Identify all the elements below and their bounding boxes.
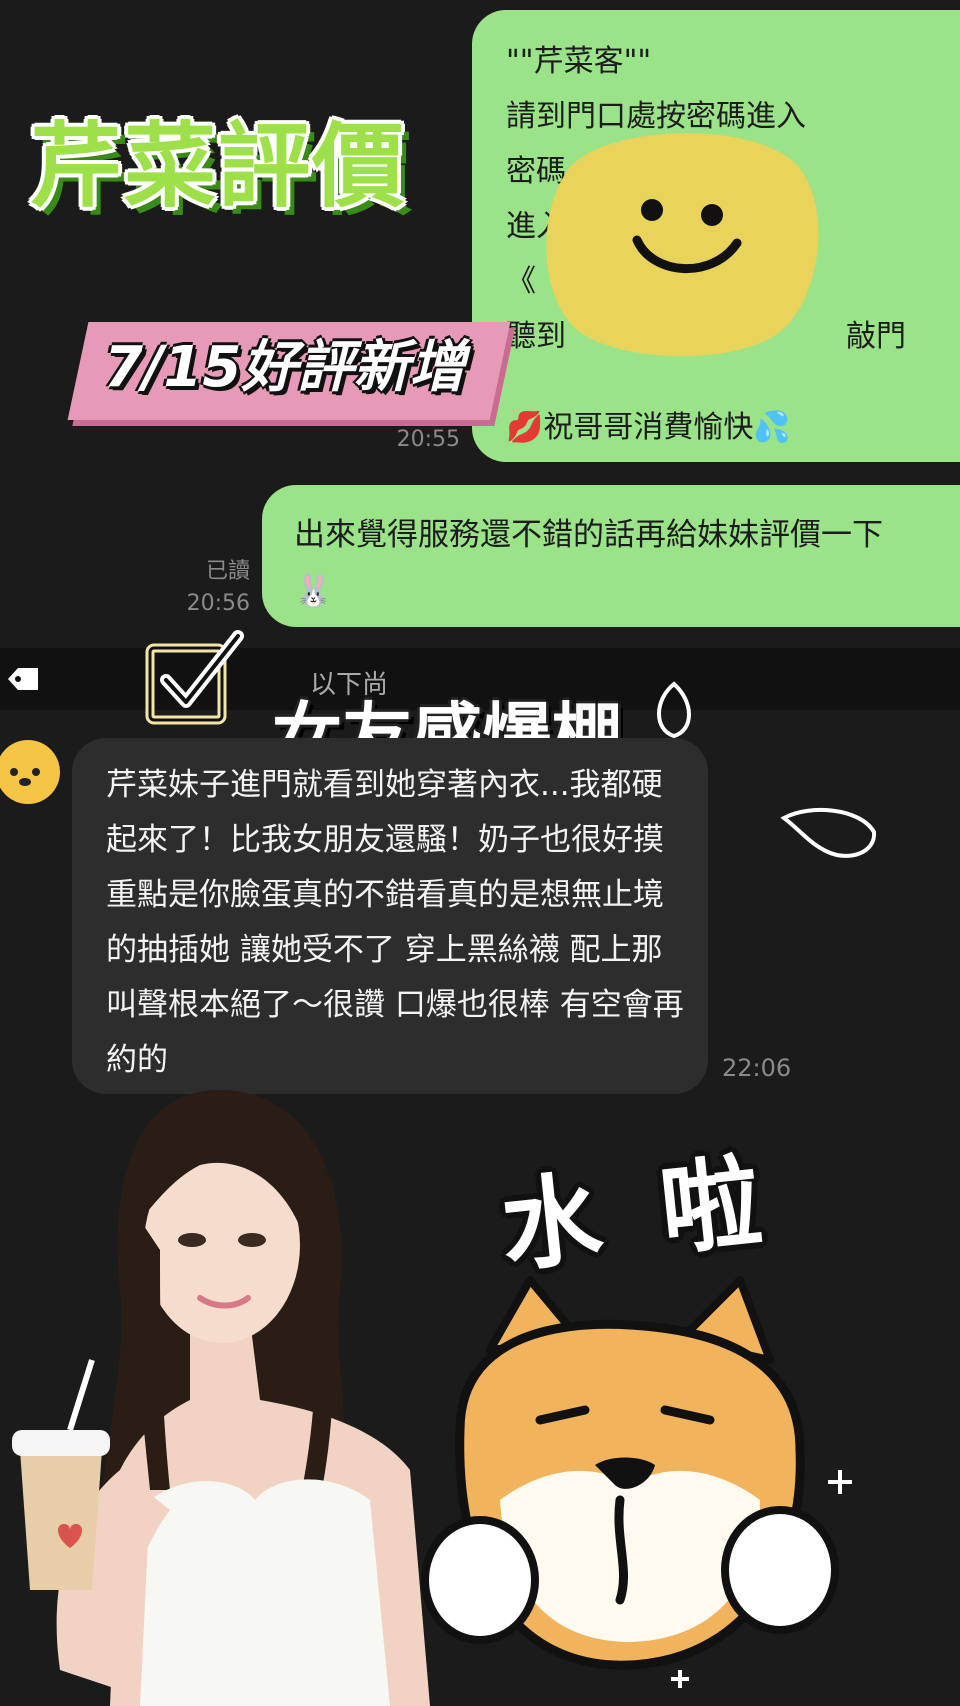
sticker-text: 水啦 [495,1136,827,1287]
msg1-line-6: 敲門 [846,319,906,354]
avatar [0,740,60,804]
msg3-timestamp: 22:06 [722,1054,792,1082]
shiba-sticker [421,1276,852,1688]
msg2-timestamp: 20:56 [186,591,250,616]
msg1-line-0: ""芹菜客"" [506,44,652,79]
smiley-sticker [546,133,819,357]
tag-icon [8,668,38,690]
model-photo [12,1090,430,1706]
drop-doodle-2 [780,807,877,858]
message-bubble-3: 芹菜妹子進門就看到她穿著內衣...我都硬起來了！比我女朋友還騷！奶子也很好摸 重… [72,738,708,1094]
msg1-timestamp: 20:55 [396,427,460,452]
drop-doodle [657,681,691,739]
msg1-footer: 💋祝哥哥消費愉快💦 [506,410,791,445]
msg2-text: 出來覺得服務還不錯的話再給妹妹評價一下🐰 [294,517,883,609]
message-bubble-2: 出來覺得服務還不錯的話再給妹妹評價一下🐰 [262,485,960,627]
message-bubble-1: ""芹菜客"" 請到門口處按密碼進入 密碼 進入 《 聽到 敲門 💋祝哥哥消費愉… [472,10,960,462]
msg2-read-status: 已讀 [205,559,250,584]
msg3-text: 芹菜妹子進門就看到她穿著內衣...我都硬起來了！比我女朋友還騷！奶子也很好摸 重… [106,767,684,1078]
checkbox-icon [145,630,244,725]
page-title: 芹菜評價 [30,113,407,220]
date-badge: 7/15好評新增 [104,335,466,400]
